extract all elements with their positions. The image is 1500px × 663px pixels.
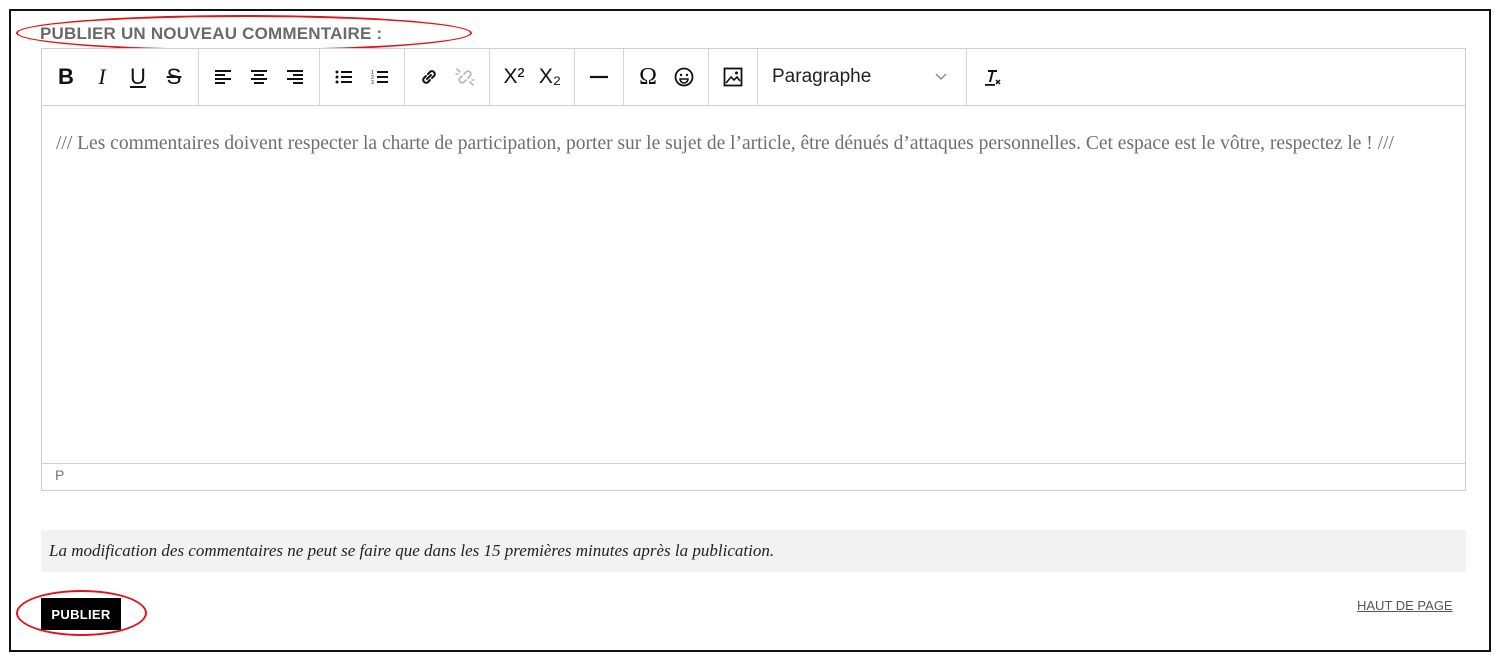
align-left-icon[interactable] (205, 57, 241, 97)
toolbar-group-links (405, 49, 490, 105)
unlink-icon[interactable] (447, 57, 483, 97)
superscript-button[interactable]: X² (496, 57, 532, 97)
omega-icon[interactable]: Ω (630, 57, 666, 97)
toolbar-group-insert: Ω (624, 49, 709, 105)
smiley-icon[interactable] (666, 57, 702, 97)
toolbar-group-scripts: X² X₂ (490, 49, 575, 105)
edit-time-notice: La modification des commentaires ne peut… (41, 530, 1466, 572)
link-icon[interactable] (411, 57, 447, 97)
toolbar-group-image (709, 49, 758, 105)
editor-toolbar: B I U S 123 X² X₂ Ω Paragraphe (42, 49, 1465, 106)
bold-button[interactable]: B (48, 57, 84, 97)
align-right-icon[interactable] (277, 57, 313, 97)
numbered-list-icon[interactable]: 123 (362, 57, 398, 97)
clear-formatting-icon[interactable] (973, 57, 1009, 97)
italic-button[interactable]: I (84, 57, 120, 97)
chevron-down-icon (935, 73, 947, 80)
subscript-button[interactable]: X₂ (532, 57, 568, 97)
annotation-ellipse-publish (16, 590, 147, 636)
align-center-icon[interactable] (241, 57, 277, 97)
toolbar-group-format: Paragraphe (758, 49, 967, 105)
back-to-top-link[interactable]: HAUT DE PAGE (1357, 598, 1453, 613)
rich-text-editor[interactable]: B I U S 123 X² X₂ Ω Paragraphe /// Les c… (41, 48, 1466, 491)
toolbar-group-alignment (199, 49, 320, 105)
annotation-ellipse-heading (16, 15, 472, 51)
underline-button[interactable]: U (120, 57, 156, 97)
toolbar-group-lists: 123 (320, 49, 405, 105)
editor-status-path: P (42, 463, 1465, 490)
toolbar-group-clear (967, 49, 1015, 105)
format-select[interactable]: Paragraphe (764, 57, 960, 97)
image-icon[interactable] (715, 57, 751, 97)
horizontal-rule-icon[interactable] (581, 57, 617, 97)
strikethrough-button[interactable]: S (156, 57, 192, 97)
format-select-label: Paragraphe (772, 66, 872, 87)
svg-text:3: 3 (371, 80, 374, 86)
toolbar-group-hr (575, 49, 624, 105)
editor-content-area[interactable]: /// Les commentaires doivent respecter l… (42, 106, 1465, 464)
bullet-list-icon[interactable] (326, 57, 362, 97)
toolbar-group-text-format: B I U S (42, 49, 199, 105)
